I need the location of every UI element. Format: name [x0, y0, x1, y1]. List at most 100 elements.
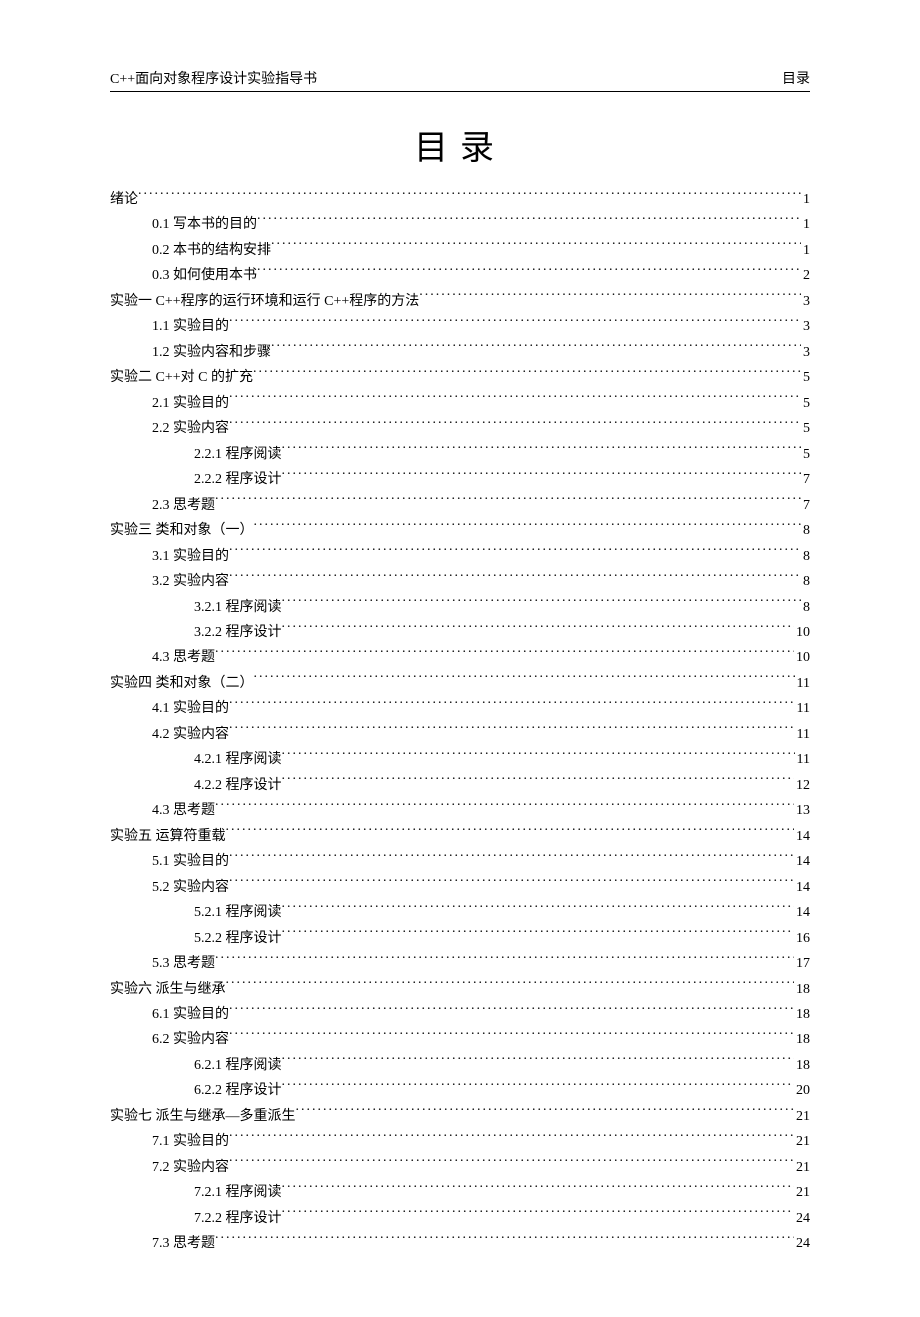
toc-entry-page: 24 — [794, 1206, 810, 1231]
toc-leader-dots — [271, 342, 801, 356]
toc-entry[interactable]: 4.3 思考题13 — [110, 798, 810, 823]
toc-entry-text: 7.2.1 程序阅读 — [194, 1180, 282, 1205]
toc-entry[interactable]: 4.3 思考题10 — [110, 645, 810, 670]
toc-entry-text: 7.2.2 程序设计 — [194, 1206, 282, 1231]
toc-entry-text: 4.3 思考题 — [152, 645, 215, 670]
toc-entry-text: 6.1 实验目的 — [152, 1002, 229, 1027]
toc-entry[interactable]: 7.2.2 程序设计 24 — [110, 1206, 810, 1231]
toc-entry-text: 5.1 实验目的 — [152, 849, 229, 874]
toc-entry[interactable]: 5.2.2 程序设计16 — [110, 926, 810, 951]
toc-entry-page: 18 — [794, 1002, 810, 1027]
toc-entry[interactable]: 4.2 实验内容11 — [110, 722, 810, 747]
toc-entry-page: 5 — [801, 391, 810, 416]
toc-entry[interactable]: 实验四 类和对象（二）11 — [110, 671, 810, 696]
toc-entry[interactable]: 4.2.2 程序设计12 — [110, 773, 810, 798]
toc-entry-text: 6.2.1 程序阅读 — [194, 1053, 282, 1078]
toc-leader-dots — [229, 1029, 794, 1043]
toc-entry-page: 11 — [795, 747, 810, 772]
toc-leader-dots — [282, 1055, 795, 1069]
toc-leader-dots — [229, 1131, 794, 1145]
toc-entry-text: 实验四 类和对象（二） — [110, 671, 254, 696]
toc-entry[interactable]: 绪论1 — [110, 187, 810, 212]
toc-entry-page: 20 — [794, 1078, 810, 1103]
toc-leader-dots — [229, 393, 801, 407]
toc-entry-text: 7.2 实验内容 — [152, 1155, 229, 1180]
toc-leader-dots — [229, 1157, 794, 1171]
toc-entry[interactable]: 5.3 思考题17 — [110, 951, 810, 976]
toc-entry[interactable]: 5.1 实验目的14 — [110, 849, 810, 874]
toc-entry-page: 8 — [801, 595, 810, 620]
toc-entry[interactable]: 2.2 实验内容 5 — [110, 416, 810, 441]
toc-entry-page: 14 — [794, 824, 810, 849]
toc-entry[interactable]: 7.2 实验内容21 — [110, 1155, 810, 1180]
toc-entry-page: 1 — [801, 187, 810, 212]
toc-entry-text: 5.2.1 程序阅读 — [194, 900, 282, 925]
page-title: 目录 — [110, 120, 810, 169]
toc-entry-text: 4.2.1 程序阅读 — [194, 747, 282, 772]
toc-entry[interactable]: 实验六 派生与继承18 — [110, 977, 810, 1002]
toc-leader-dots — [271, 240, 801, 254]
toc-entry-page: 2 — [801, 263, 810, 288]
toc-leader-dots — [229, 724, 795, 738]
toc-entry-text: 6.2 实验内容 — [152, 1027, 229, 1052]
toc-entry[interactable]: 实验二 C++对 C 的扩充5 — [110, 365, 810, 390]
toc-entry[interactable]: 6.2 实验内容18 — [110, 1027, 810, 1052]
toc-entry[interactable]: 7.1 实验目的21 — [110, 1129, 810, 1154]
toc-leader-dots — [254, 520, 802, 534]
toc-entry-text: 5.2.2 程序设计 — [194, 926, 282, 951]
toc-leader-dots — [257, 214, 801, 228]
toc-entry[interactable]: 实验七 派生与继承—多重派生21 — [110, 1104, 810, 1129]
toc-entry[interactable]: 实验五 运算符重载14 — [110, 824, 810, 849]
toc-entry[interactable]: 5.2.1 程序阅读14 — [110, 900, 810, 925]
toc-entry-text: 0.3 如何使用本书 — [152, 263, 257, 288]
toc-entry-page: 11 — [795, 722, 810, 747]
toc-entry-page: 3 — [801, 289, 810, 314]
toc-leader-dots — [254, 673, 795, 687]
toc-entry-page: 3 — [801, 340, 810, 365]
toc-entry[interactable]: 2.2.1 程序阅读5 — [110, 442, 810, 467]
toc-leader-dots — [282, 597, 802, 611]
toc-leader-dots — [229, 418, 801, 432]
toc-entry-page: 12 — [794, 773, 810, 798]
toc-entry-text: 2.2.2 程序设计 — [194, 467, 282, 492]
toc-entry[interactable]: 7.2.1 程序阅读21 — [110, 1180, 810, 1205]
toc-entry[interactable]: 0.3 如何使用本书 2 — [110, 263, 810, 288]
toc-leader-dots — [215, 495, 801, 509]
toc-entry[interactable]: 5.2 实验内容14 — [110, 875, 810, 900]
toc-entry[interactable]: 1.1 实验目的 3 — [110, 314, 810, 339]
toc-entry-page: 5 — [801, 442, 810, 467]
toc-entry-text: 0.1 写本书的目的 — [152, 212, 257, 237]
toc-entry[interactable]: 4.1 实验目的11 — [110, 696, 810, 721]
toc-entry[interactable]: 6.2.1 程序阅读18 — [110, 1053, 810, 1078]
toc-entry[interactable]: 6.1 实验目的 18 — [110, 1002, 810, 1027]
toc-entry[interactable]: 3.2.1 程序阅读8 — [110, 595, 810, 620]
toc-entry[interactable]: 实验三 类和对象（一） 8 — [110, 518, 810, 543]
toc-entry[interactable]: 3.1 实验目的8 — [110, 544, 810, 569]
toc-entry[interactable]: 3.2 实验内容8 — [110, 569, 810, 594]
toc-entry-text: 实验三 类和对象（一） — [110, 518, 254, 543]
toc-entry[interactable]: 6.2.2 程序设计20 — [110, 1078, 810, 1103]
toc-entry-text: 2.2 实验内容 — [152, 416, 229, 441]
document-page: C++面向对象程序设计实验指导书 目录 目录 绪论10.1 写本书的目的10.2… — [0, 0, 920, 1317]
toc-entry[interactable]: 2.3 思考题7 — [110, 493, 810, 518]
toc-entry[interactable]: 0.1 写本书的目的1 — [110, 212, 810, 237]
toc-leader-dots — [215, 647, 794, 661]
toc-entry-text: 1.1 实验目的 — [152, 314, 229, 339]
toc-entry[interactable]: 7.3 思考题24 — [110, 1231, 810, 1256]
toc-entry-text: 3.2 实验内容 — [152, 569, 229, 594]
toc-entry-page: 3 — [801, 314, 810, 339]
toc-entry-page: 14 — [794, 875, 810, 900]
toc-entry[interactable]: 4.2.1 程序阅读 11 — [110, 747, 810, 772]
toc-entry-page: 13 — [794, 798, 810, 823]
toc-leader-dots — [229, 877, 794, 891]
toc-leader-dots — [282, 1182, 795, 1196]
toc-entry-page: 5 — [801, 416, 810, 441]
toc-entry-page: 8 — [801, 518, 810, 543]
toc-entry[interactable]: 0.2 本书的结构安排1 — [110, 238, 810, 263]
toc-entry[interactable]: 3.2.2 程序设计10 — [110, 620, 810, 645]
toc-entry[interactable]: 1.2 实验内容和步骤3 — [110, 340, 810, 365]
toc-entry[interactable]: 2.2.2 程序设计7 — [110, 467, 810, 492]
toc-entry[interactable]: 实验一 C++程序的运行环境和运行 C++程序的方法3 — [110, 289, 810, 314]
toc-entry[interactable]: 2.1 实验目的5 — [110, 391, 810, 416]
toc-entry-text: 实验二 C++对 C 的扩充 — [110, 365, 253, 390]
